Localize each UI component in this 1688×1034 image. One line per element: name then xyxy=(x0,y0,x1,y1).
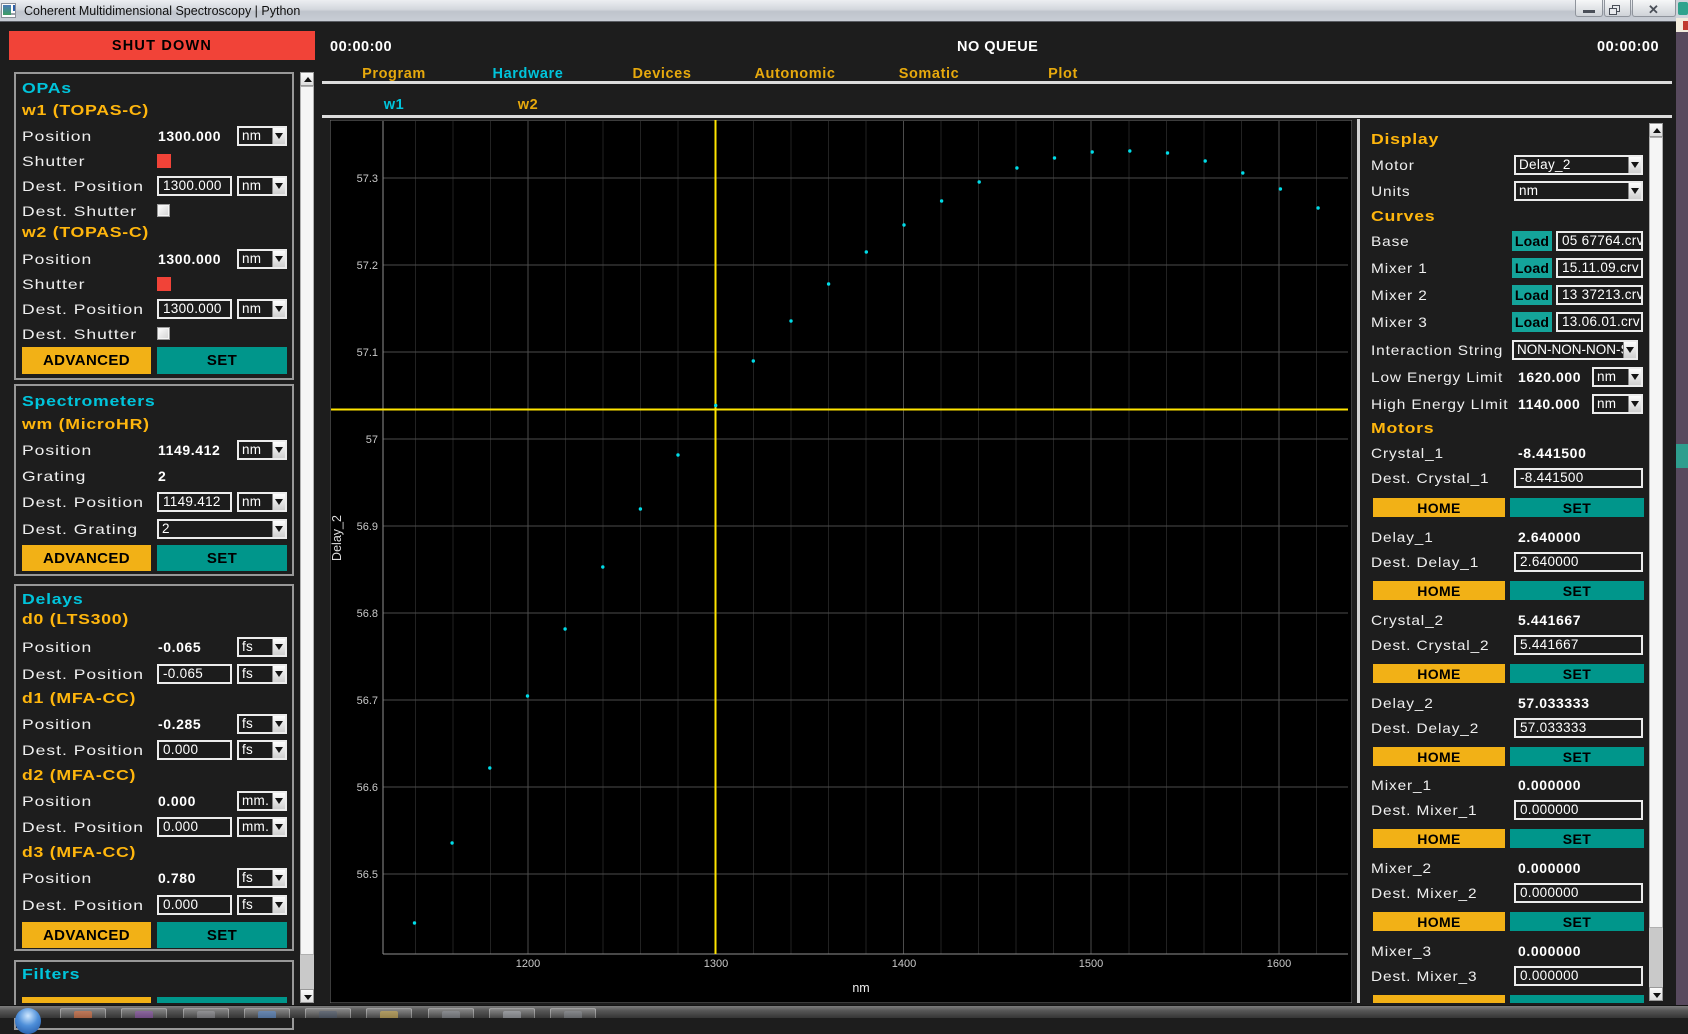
svg-text:56.7: 56.7 xyxy=(357,695,378,707)
svg-text:Delay_2: Delay_2 xyxy=(330,515,344,561)
svg-text:1400: 1400 xyxy=(892,958,916,970)
svg-text:1600: 1600 xyxy=(1267,958,1291,970)
svg-text:56.8: 56.8 xyxy=(357,608,378,620)
svg-text:56.5: 56.5 xyxy=(357,869,378,881)
svg-text:57.3: 57.3 xyxy=(357,173,378,185)
svg-text:57.1: 57.1 xyxy=(357,347,378,359)
svg-text:56.6: 56.6 xyxy=(357,782,378,794)
svg-text:56.9: 56.9 xyxy=(357,521,378,533)
svg-text:57: 57 xyxy=(366,434,378,446)
svg-text:nm: nm xyxy=(852,981,869,995)
svg-text:57.2: 57.2 xyxy=(357,260,378,272)
svg-text:1500: 1500 xyxy=(1079,958,1103,970)
svg-text:1300: 1300 xyxy=(704,958,728,970)
svg-text:1200: 1200 xyxy=(516,958,540,970)
